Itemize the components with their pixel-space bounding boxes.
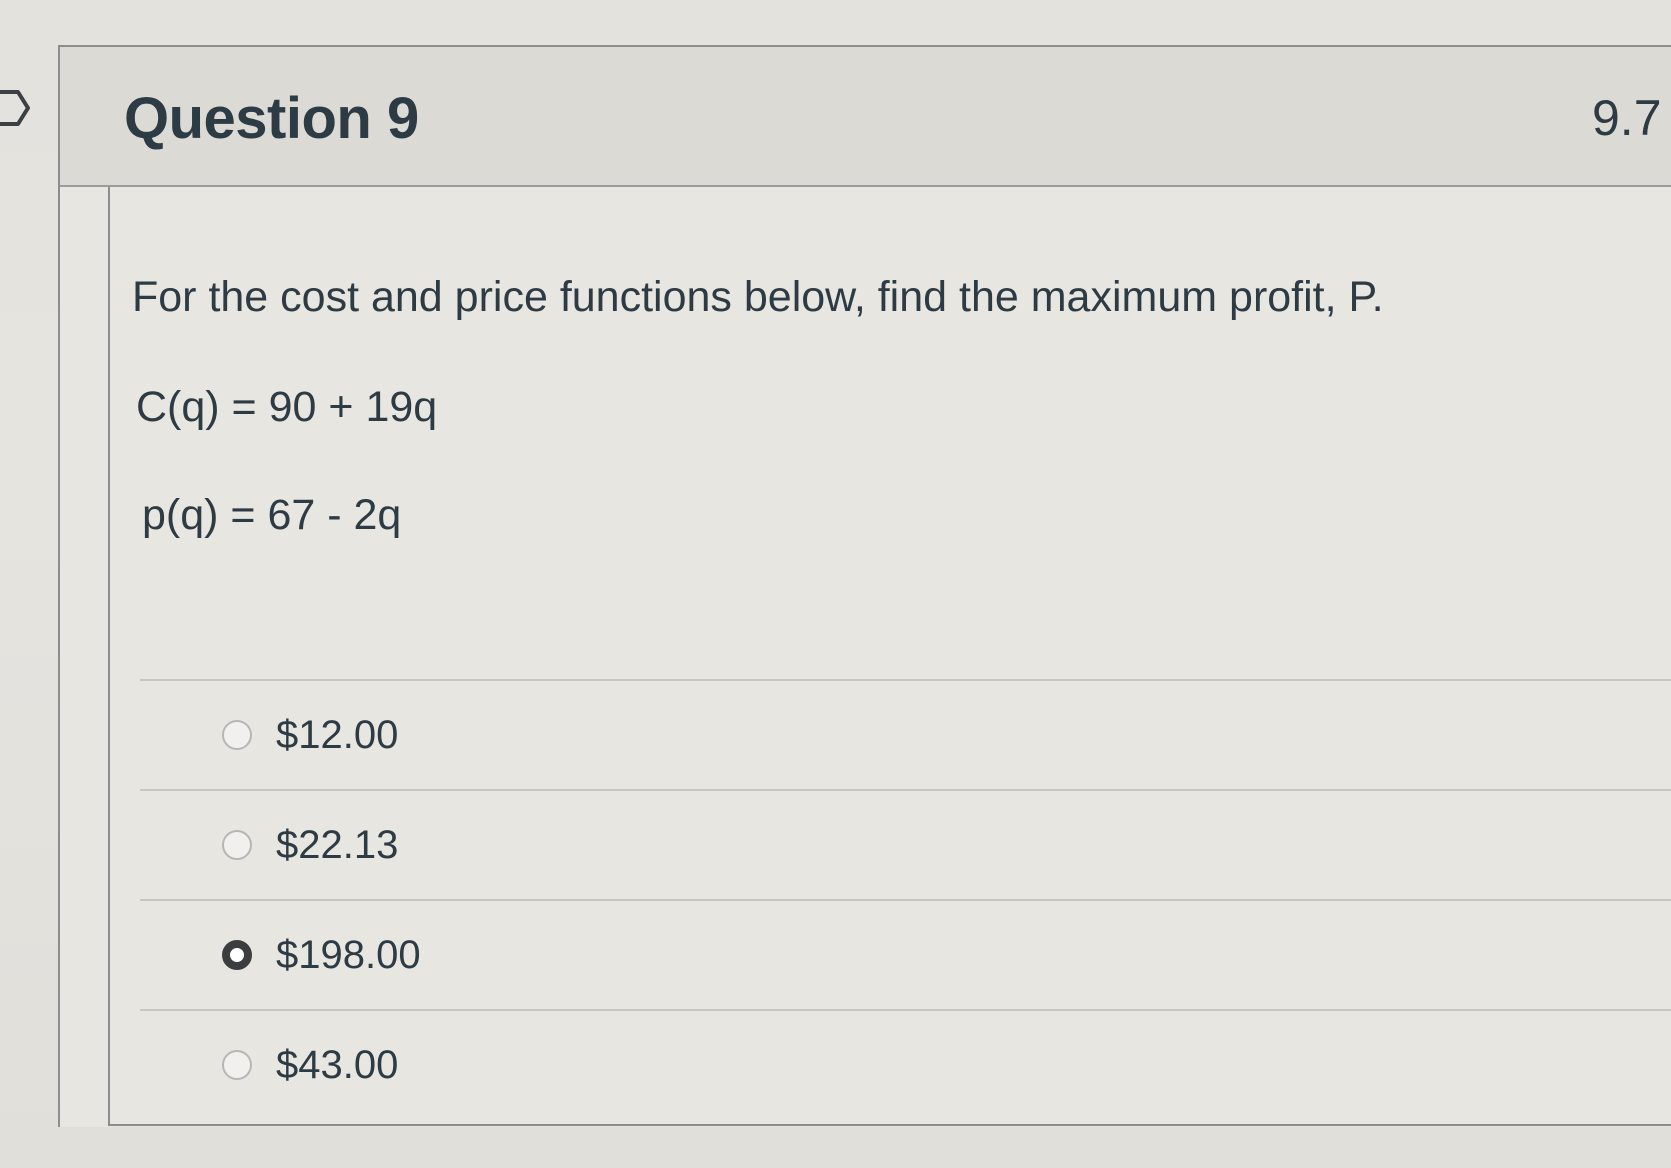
radio-button[interactable] [222, 1050, 252, 1080]
answer-label[interactable]: $198.00 [276, 933, 421, 978]
card-bottom-border [108, 1124, 1671, 1126]
answer-option-1[interactable]: $12.00 [140, 681, 1671, 789]
quiz-page: Question 9 9.7 For the cost and price fu… [0, 0, 1671, 1168]
price-function: p(q) = 67 - 2q [142, 491, 402, 539]
answer-list: $12.00 $22.13 $198.00 $43.00 [140, 679, 1671, 1119]
answer-label[interactable]: $22.13 [276, 823, 398, 868]
answer-label[interactable]: $43.00 [276, 1043, 398, 1088]
answer-option-4[interactable]: $43.00 [140, 1011, 1671, 1119]
question-card: Question 9 9.7 For the cost and price fu… [58, 45, 1671, 1127]
answer-label[interactable]: $12.00 [276, 713, 398, 758]
cost-function: C(q) = 90 + 19q [136, 383, 438, 431]
card-inner-border [108, 187, 110, 1125]
question-header: Question 9 9.7 [60, 47, 1671, 187]
chevron-right-icon[interactable] [0, 88, 34, 128]
radio-button[interactable] [222, 830, 252, 860]
question-body: For the cost and price functions below, … [132, 272, 1671, 539]
answer-option-3[interactable]: $198.00 [140, 901, 1671, 1009]
answer-option-2[interactable]: $22.13 [140, 791, 1671, 899]
radio-button-selected[interactable] [222, 940, 252, 970]
question-points: 9.7 [1592, 90, 1662, 146]
question-prompt: For the cost and price functions below, … [132, 273, 1384, 321]
question-title: Question 9 [124, 86, 419, 151]
radio-button[interactable] [222, 720, 252, 750]
